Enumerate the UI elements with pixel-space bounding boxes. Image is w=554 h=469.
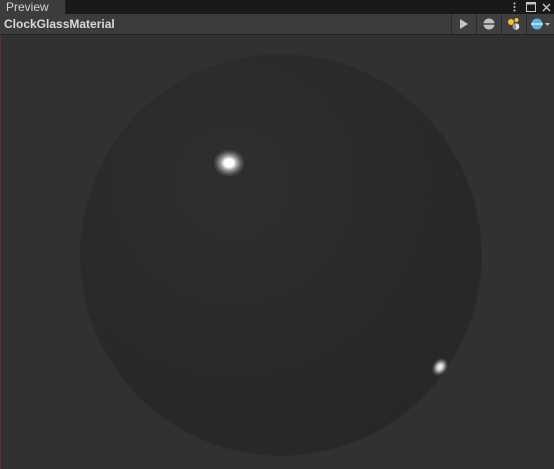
toolbar-buttons	[451, 14, 554, 34]
kebab-menu-icon[interactable]	[509, 0, 520, 14]
mesh-toggle-button[interactable]	[476, 14, 501, 34]
specular-highlight	[214, 150, 244, 176]
material-name-label: ClockGlassMaterial	[4, 17, 115, 31]
material-preview-area[interactable]	[0, 35, 554, 469]
maximize-icon[interactable]	[525, 0, 536, 14]
tab-preview[interactable]: Preview	[0, 0, 66, 14]
tab-bar: Preview	[0, 0, 554, 14]
play-button[interactable]	[451, 14, 476, 34]
sphere-mesh-icon	[483, 18, 495, 30]
window-controls	[509, 0, 552, 14]
light-toggle-icon	[508, 18, 520, 30]
close-icon[interactable]	[541, 0, 552, 14]
panel-edge	[0, 35, 1, 469]
background-toggle-button[interactable]	[526, 14, 554, 34]
material-preview-sphere	[80, 54, 482, 456]
preview-toolbar: ClockGlassMaterial	[0, 14, 554, 35]
play-icon	[460, 19, 468, 29]
light-toggle-button[interactable]	[501, 14, 526, 34]
preview-window: Preview ClockGlassMaterial	[0, 0, 554, 469]
preview-background-icon	[530, 18, 550, 30]
